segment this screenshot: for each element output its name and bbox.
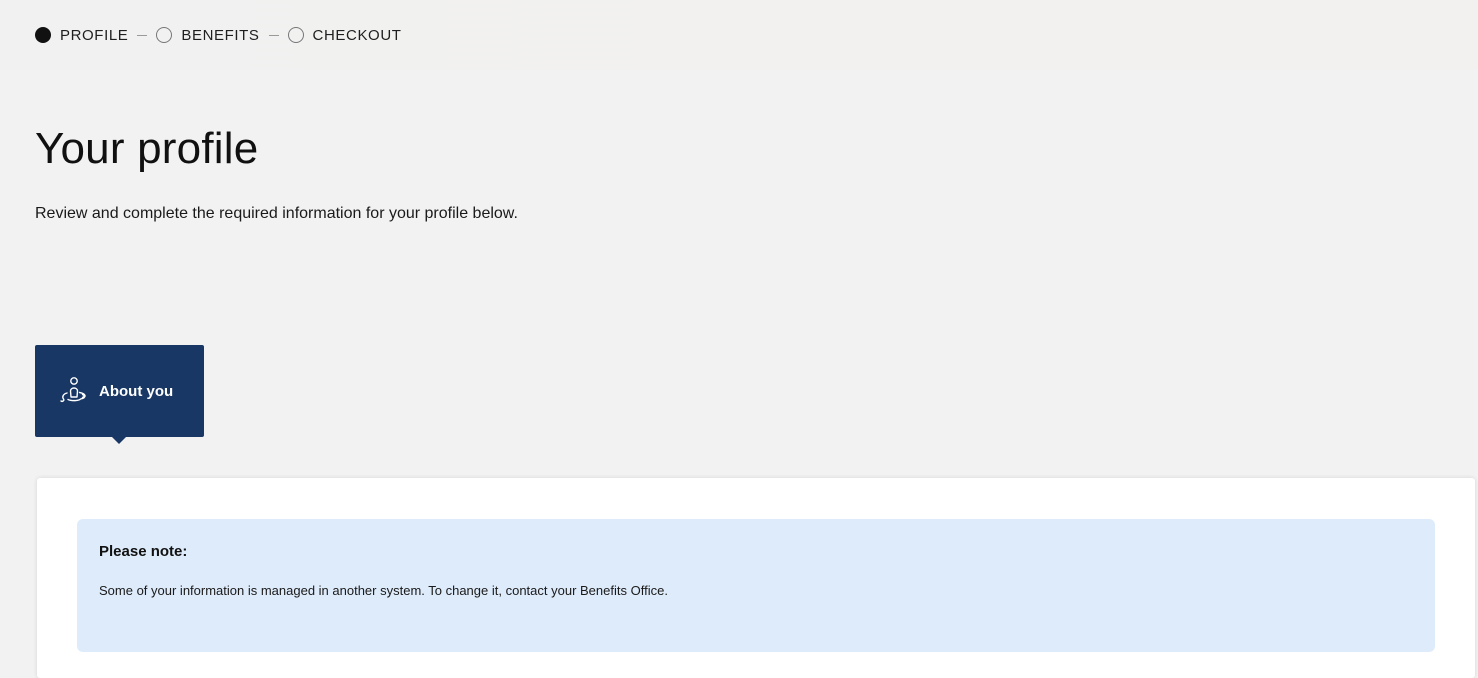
page-title: Your profile [35, 124, 259, 173]
notice-title: Please note: [99, 543, 188, 560]
step-active-dot-icon [35, 27, 51, 43]
progress-stepper: PROFILE BENEFITS CHECKOUT [35, 25, 402, 45]
step-inactive-dot-icon [287, 27, 304, 43]
step-inactive-dot-icon [156, 27, 173, 43]
person-journey-icon [55, 372, 93, 410]
notice-box: Please note: Some of your information is… [77, 519, 1435, 652]
step-label: PROFILE [60, 26, 129, 44]
notice-message: Some of your information is managed in a… [99, 583, 668, 598]
step-label: CHECKOUT [312, 26, 402, 44]
page-subtitle: Review and complete the required informa… [35, 205, 518, 222]
tab-label: About you [99, 382, 174, 400]
step-checkout: CHECKOUT [287, 26, 402, 44]
step-label: BENEFITS [181, 26, 260, 44]
step-profile: PROFILE [35, 27, 128, 44]
tab-about-you[interactable]: About you [35, 345, 204, 444]
step-separator [268, 34, 279, 36]
step-benefits: BENEFITS [156, 27, 259, 44]
profile-panel: Please note: Some of your information is… [37, 478, 1475, 678]
step-separator [137, 34, 148, 36]
